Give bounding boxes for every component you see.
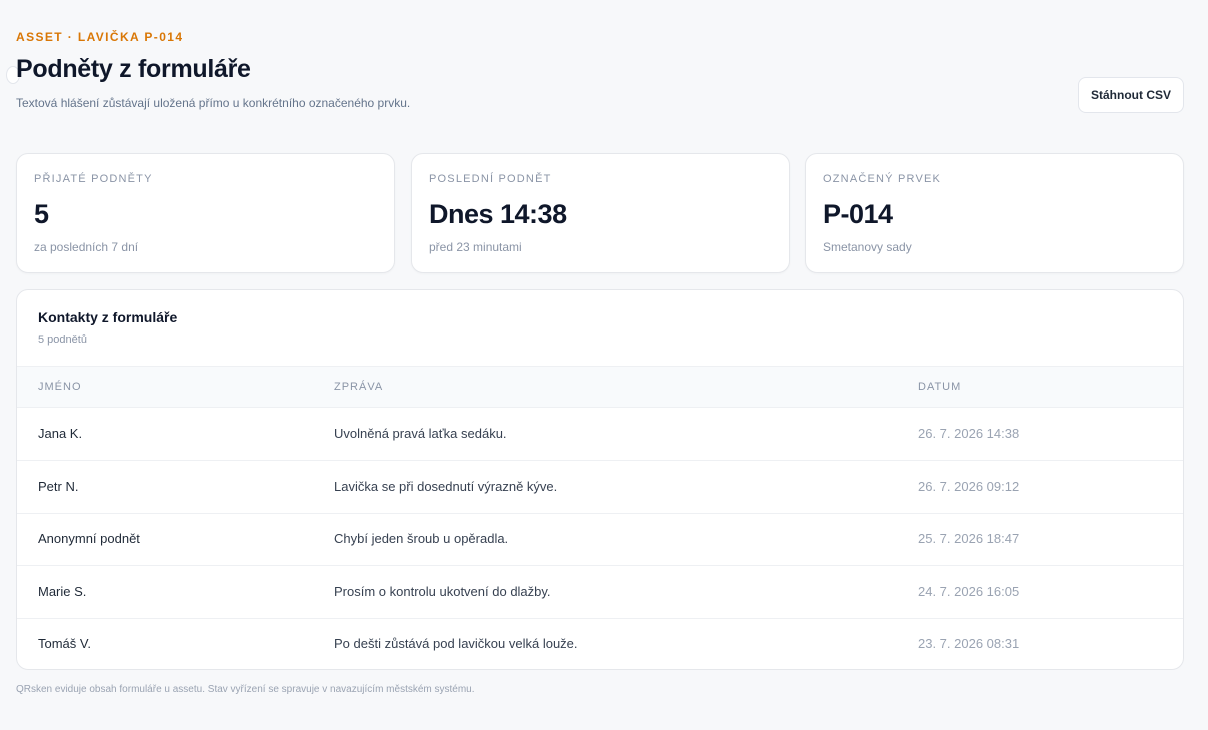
table-title: Kontakty z formuláře bbox=[38, 309, 178, 325]
cell-name: Marie S. bbox=[38, 584, 87, 599]
table-row[interactable]: Anonymní podnět Chybí jeden šroub u opěr… bbox=[17, 513, 1183, 566]
table-count: 5 podnětů bbox=[38, 334, 87, 346]
cell-date: 23. 7. 2026 08:31 bbox=[918, 636, 1020, 651]
cell-name: Anonymní podnět bbox=[38, 531, 140, 546]
cell-name: Petr N. bbox=[38, 479, 79, 494]
cell-message: Prosím o kontrolu ukotvení do dlažby. bbox=[334, 584, 551, 599]
page-title: Podněty z formuláře bbox=[16, 55, 251, 83]
stat-label: PŘIJATÉ PODNĚTY bbox=[34, 173, 153, 185]
contacts-table-card: Kontakty z formuláře 5 podnětů JMÉNO ZPR… bbox=[16, 289, 1184, 670]
stat-value: Dnes 14:38 bbox=[429, 199, 567, 229]
table-row[interactable]: Petr N. Lavička se při dosednutí výrazně… bbox=[17, 461, 1183, 514]
column-header-date[interactable]: DATUM bbox=[918, 381, 961, 393]
column-header-name[interactable]: JMÉNO bbox=[38, 381, 82, 393]
download-csv-button[interactable]: Stáhnout CSV bbox=[1078, 77, 1184, 113]
stats-row: PŘIJATÉ PODNĚTY 5 za posledních 7 dní PO… bbox=[16, 153, 1184, 273]
asset-eyebrow: ASSET · LAVIČKA P-014 bbox=[16, 30, 184, 44]
cell-message: Lavička se při dosednutí výrazně kýve. bbox=[334, 479, 558, 494]
cell-name: Jana K. bbox=[38, 426, 83, 441]
page-subtitle: Textová hlášení zůstávají uložená přímo … bbox=[16, 96, 411, 110]
cell-message: Uvolněná pravá laťka sedáku. bbox=[334, 426, 507, 441]
cell-date: 26. 7. 2026 09:12 bbox=[918, 479, 1020, 494]
cell-message: Chybí jeden šroub u opěradla. bbox=[334, 531, 509, 546]
stat-note: Smetanovy sady bbox=[823, 240, 912, 254]
cell-date: 25. 7. 2026 18:47 bbox=[918, 531, 1020, 546]
cell-message: Po dešti zůstává pod lavičkou velká louž… bbox=[334, 636, 578, 651]
stat-note: za posledních 7 dní bbox=[34, 240, 139, 254]
stat-card-last: POSLEDNÍ PODNĚT Dnes 14:38 před 23 minut… bbox=[411, 153, 790, 273]
stat-note: před 23 minutami bbox=[429, 240, 522, 254]
stat-card-received: PŘIJATÉ PODNĚTY 5 za posledních 7 dní bbox=[16, 153, 395, 273]
stat-value: 5 bbox=[34, 199, 49, 229]
table-header: JMÉNO ZPRÁVA DATUM bbox=[17, 366, 1183, 408]
stat-label: OZNAČENÝ PRVEK bbox=[823, 173, 942, 185]
stat-card-asset: OZNAČENÝ PRVEK P-014 Smetanovy sady bbox=[805, 153, 1184, 273]
cell-name: Tomáš V. bbox=[38, 636, 91, 651]
stat-value: P-014 bbox=[823, 199, 893, 229]
footer-note: QRsken eviduje obsah formuláře u assetu.… bbox=[16, 684, 475, 695]
table-row[interactable]: Jana K. Uvolněná pravá laťka sedáku. 26.… bbox=[17, 408, 1183, 461]
table-row[interactable]: Tomáš V. Po dešti zůstává pod lavičkou v… bbox=[17, 618, 1183, 669]
column-header-message[interactable]: ZPRÁVA bbox=[334, 381, 383, 393]
stat-label: POSLEDNÍ PODNĚT bbox=[429, 173, 552, 185]
table-row[interactable]: Marie S. Prosím o kontrolu ukotvení do d… bbox=[17, 566, 1183, 619]
cell-date: 26. 7. 2026 14:38 bbox=[918, 426, 1020, 441]
cell-date: 24. 7. 2026 16:05 bbox=[918, 584, 1020, 599]
